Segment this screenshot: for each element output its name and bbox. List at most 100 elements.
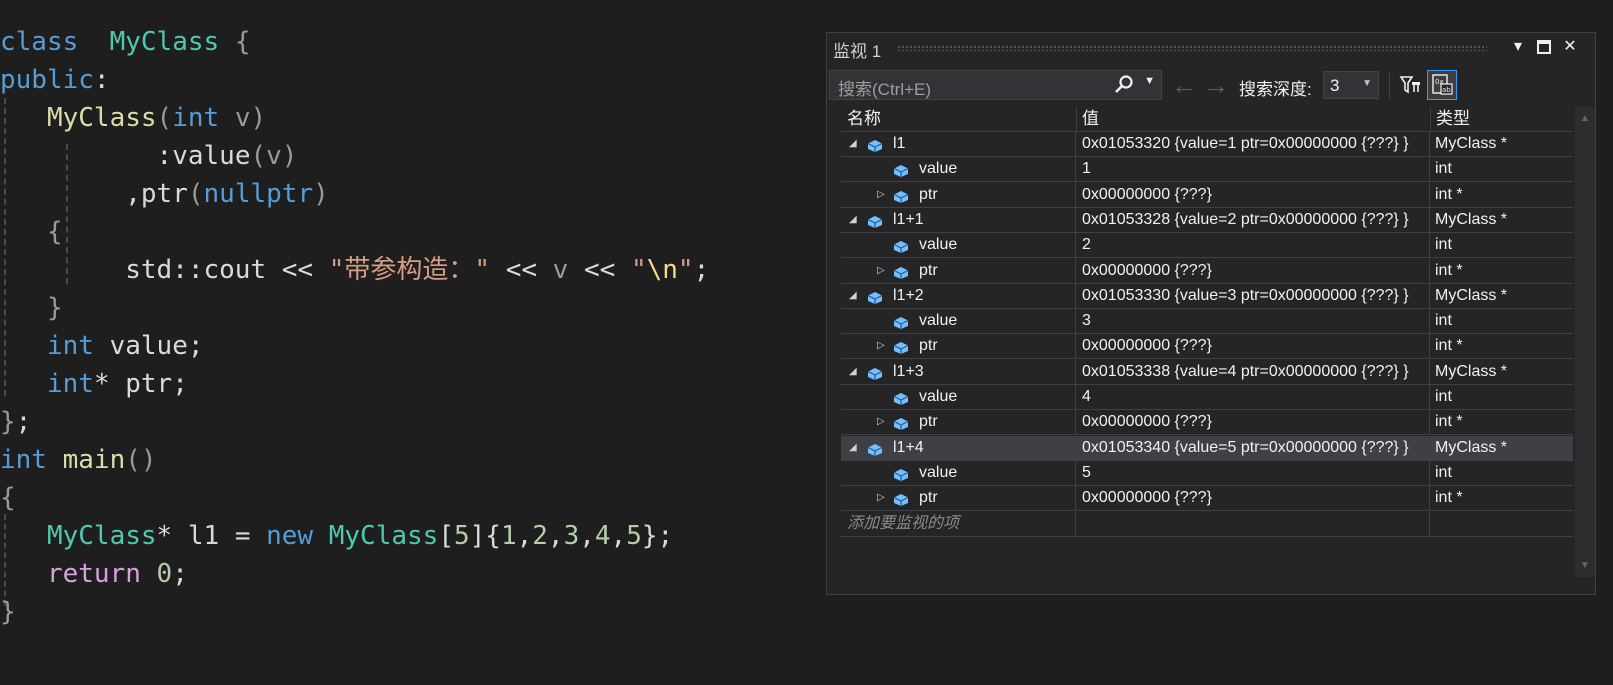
- column-header-name[interactable]: 名称: [841, 107, 1076, 131]
- cell-type: int *: [1435, 413, 1463, 431]
- code-line[interactable]: MyClass* l1 = new MyClass[5]{1,2,3,4,5};: [0, 517, 673, 555]
- cell-name[interactable]: ◢ l1+2: [841, 283, 1076, 308]
- expand-open-icon[interactable]: ◢: [849, 436, 857, 460]
- expand-closed-icon[interactable]: ▷: [877, 334, 885, 358]
- search-options-dropdown-icon[interactable]: ▼: [1144, 75, 1155, 87]
- filter-pin-button[interactable]: [1395, 70, 1425, 100]
- expand-open-icon[interactable]: ◢: [849, 132, 857, 156]
- cell-name[interactable]: ▷ ptr: [841, 182, 1076, 207]
- code-line[interactable]: return 0;: [0, 555, 188, 593]
- search-depth-select[interactable]: 3 ▼: [1323, 71, 1379, 99]
- close-icon[interactable]: ✕: [1559, 36, 1581, 58]
- watch-title-bar[interactable]: 监视 1 ▾ ✕: [827, 33, 1595, 61]
- cell-value[interactable]: 1: [1076, 157, 1430, 182]
- table-row[interactable]: ◢ l1+1 0x01053328 {value=2 ptr=0x00000000 …: [841, 207, 1573, 233]
- table-row[interactable]: ◢ l1+4 0x01053340 {value=5 ptr=0x00000000 …: [841, 435, 1573, 461]
- cell-value[interactable]: 0x00000000 {???}: [1076, 486, 1430, 511]
- table-row[interactable]: value 5 int: [841, 460, 1573, 486]
- table-row[interactable]: ▷ ptr 0x00000000 {???} int *: [841, 182, 1573, 208]
- cell-value[interactable]: 0x01053328 {value=2 ptr=0x00000000 {???}…: [1076, 207, 1430, 232]
- arrow-left-icon[interactable]: ←: [1171, 69, 1197, 101]
- cell-value[interactable]: 0x00000000 {???}: [1076, 258, 1430, 283]
- table-row[interactable]: ◢ l1+2 0x01053330 {value=3 ptr=0x00000000 …: [841, 283, 1573, 309]
- table-row[interactable]: value 4 int: [841, 385, 1573, 410]
- table-row[interactable]: ▷ ptr 0x00000000 {???} int *: [841, 486, 1573, 512]
- expand-closed-icon[interactable]: ▷: [877, 486, 885, 510]
- cell-value[interactable]: 0x01053320 {value=1 ptr=0x00000000 {???}…: [1076, 132, 1430, 156]
- add-watch-row[interactable]: 添加要监视的项: [841, 511, 1573, 537]
- cell-name[interactable]: value: [841, 233, 1076, 258]
- code-line[interactable]: }: [0, 289, 63, 327]
- code-line[interactable]: class MyClass {: [0, 23, 250, 61]
- code-line[interactable]: {: [0, 213, 63, 251]
- code-token: (: [250, 141, 267, 171]
- code-line[interactable]: }: [0, 593, 16, 631]
- cell-name[interactable]: value: [841, 309, 1076, 334]
- table-row[interactable]: ▷ ptr 0x00000000 {???} int *: [841, 410, 1573, 436]
- cell-value[interactable]: 5: [1076, 460, 1430, 485]
- cell-value[interactable]: 2: [1076, 233, 1430, 258]
- cell-name[interactable]: ▷ ptr: [841, 486, 1076, 511]
- code-line[interactable]: int main(): [0, 441, 157, 479]
- cell-value[interactable]: 4: [1076, 385, 1430, 409]
- cell-name[interactable]: ▷ ptr: [841, 334, 1076, 359]
- code-token: value;: [93, 331, 204, 361]
- cell-value[interactable]: 0x01053330 {value=3 ptr=0x00000000 {???}…: [1076, 283, 1430, 308]
- code-line[interactable]: MyClass(int v): [0, 99, 266, 137]
- table-row[interactable]: value 3 int: [841, 309, 1573, 335]
- code-line[interactable]: int value;: [0, 327, 204, 365]
- table-row[interactable]: ▷ ptr 0x00000000 {???} int *: [841, 258, 1573, 284]
- variable-name: l1: [893, 135, 906, 152]
- table-row[interactable]: ◢ l1 0x01053320 {value=1 ptr=0x00000000 {?…: [841, 132, 1573, 157]
- expand-closed-icon[interactable]: ▷: [877, 410, 885, 434]
- expand-open-icon[interactable]: ◢: [849, 360, 857, 384]
- cell-name[interactable]: value: [841, 385, 1076, 409]
- expand-closed-icon[interactable]: ▷: [877, 183, 885, 207]
- arrow-right-icon[interactable]: →: [1203, 69, 1229, 101]
- expand-closed-icon[interactable]: ▷: [877, 259, 885, 283]
- cell-name[interactable]: value: [841, 157, 1076, 182]
- scroll-down-icon[interactable]: ▼: [1580, 560, 1590, 571]
- table-row[interactable]: value 2 int: [841, 233, 1573, 259]
- code-line[interactable]: ,ptr(nullptr): [0, 175, 329, 213]
- code-editor[interactable]: class MyClass {public: MyClass(int v) :v…: [0, 0, 820, 685]
- cell-value[interactable]: 0x00000000 {???}: [1076, 334, 1430, 359]
- cell-value[interactable]: 3: [1076, 309, 1430, 334]
- search-placeholder: 搜索(Ctrl+E): [838, 80, 932, 99]
- cell-value[interactable]: 0x01053338 {value=4 ptr=0x00000000 {???}…: [1076, 359, 1430, 384]
- cell-name[interactable]: ▷ ptr: [841, 410, 1076, 435]
- code-line[interactable]: :value(v): [0, 137, 298, 175]
- code-line[interactable]: public:: [0, 61, 110, 99]
- code-line[interactable]: int* ptr;: [0, 365, 188, 403]
- table-row[interactable]: ▷ ptr 0x00000000 {???} int *: [841, 334, 1573, 360]
- cell-name[interactable]: ◢ l1: [841, 132, 1076, 156]
- code-token: ": [677, 255, 694, 285]
- table-row[interactable]: ◢ l1+3 0x01053338 {value=4 ptr=0x00000000 …: [841, 359, 1573, 385]
- cell-name[interactable]: ◢ l1+1: [841, 207, 1076, 232]
- cell-name[interactable]: ◢ l1+4: [841, 435, 1076, 460]
- cell-value[interactable]: 0x00000000 {???}: [1076, 182, 1430, 207]
- vertical-scrollbar[interactable]: ▲ ▼: [1575, 107, 1595, 577]
- window-menu-dropdown-icon[interactable]: ▾: [1507, 36, 1529, 58]
- cell-name[interactable]: ◢ l1+3: [841, 359, 1076, 384]
- search-icon[interactable]: [1113, 74, 1135, 96]
- cell-name[interactable]: ▷ ptr: [841, 258, 1076, 283]
- cell-value[interactable]: 0x01053340 {value=5 ptr=0x00000000 {???}…: [1076, 435, 1430, 460]
- maximize-icon[interactable]: [1533, 36, 1555, 58]
- hex-view-button[interactable]: 0x ab: [1427, 70, 1457, 100]
- column-header-type[interactable]: 类型: [1430, 107, 1573, 131]
- code-token: ,: [62, 179, 141, 209]
- expand-open-icon[interactable]: ◢: [849, 284, 857, 308]
- search-input[interactable]: 搜索(Ctrl+E) ▼: [829, 70, 1162, 100]
- cell-type: MyClass *: [1435, 210, 1508, 228]
- expand-open-icon[interactable]: ◢: [849, 208, 857, 232]
- add-watch-input[interactable]: 添加要监视的项: [841, 511, 1076, 536]
- cell-value[interactable]: 0x00000000 {???}: [1076, 410, 1430, 435]
- code-line[interactable]: std::cout << "带参构造：" << v << "\n";: [0, 251, 709, 289]
- scroll-up-icon[interactable]: ▲: [1580, 113, 1590, 124]
- code-line[interactable]: };: [0, 403, 31, 441]
- table-row[interactable]: value 1 int: [841, 157, 1573, 183]
- code-line[interactable]: {: [0, 479, 16, 517]
- cell-name[interactable]: value: [841, 460, 1076, 485]
- column-header-value[interactable]: 值: [1076, 107, 1430, 131]
